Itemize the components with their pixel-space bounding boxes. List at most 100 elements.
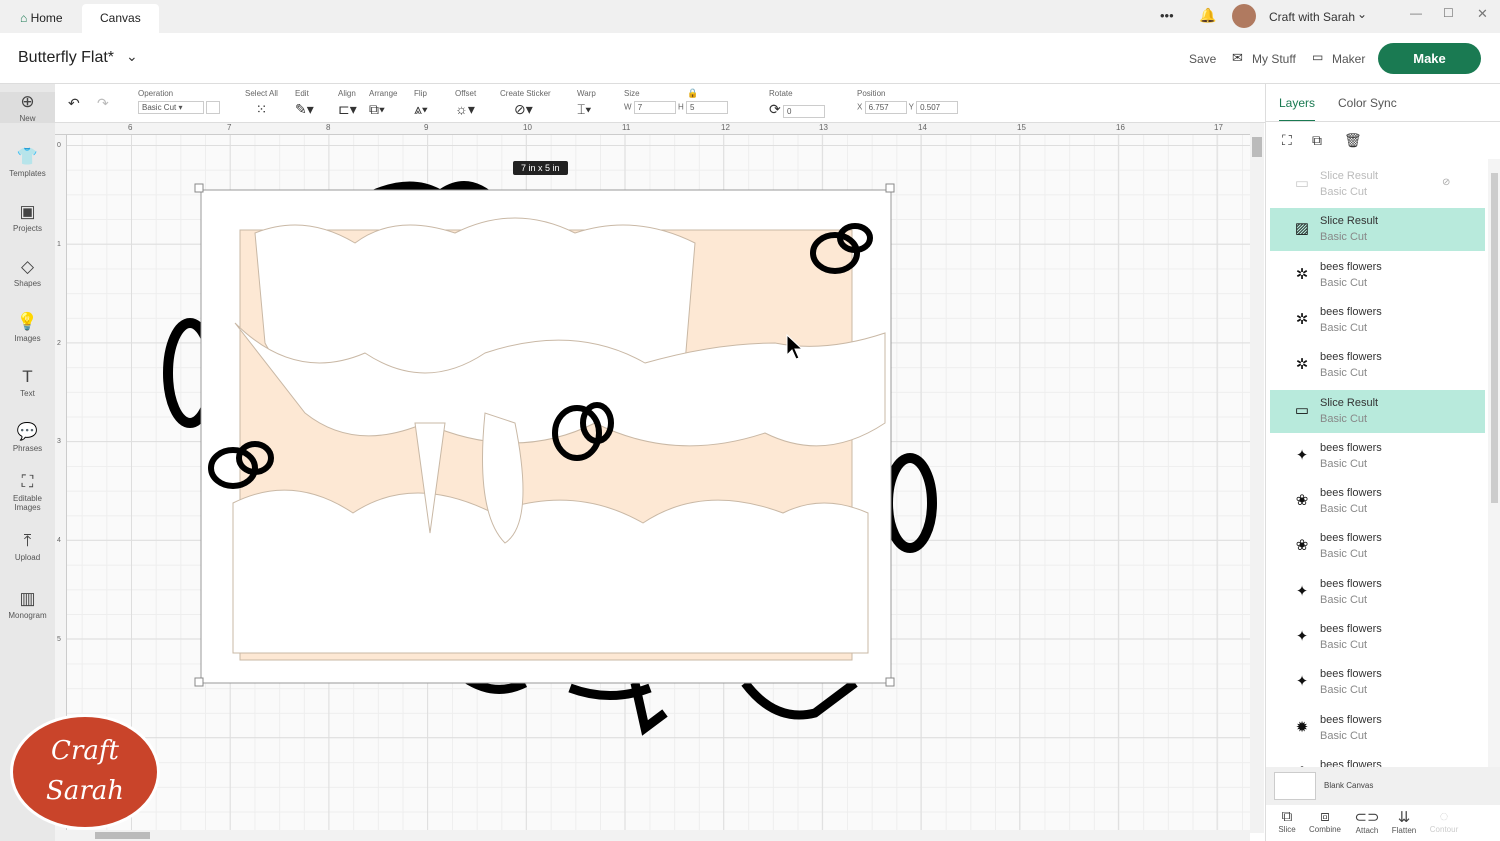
trash-icon[interactable]: 🗑 xyxy=(1344,132,1362,149)
layer-item[interactable]: ✹ bees flowers Basic Cut xyxy=(1270,707,1485,750)
width-input[interactable]: 7 xyxy=(633,101,676,114)
layer-item[interactable]: ❀ bees flowers Basic Cut xyxy=(1270,480,1485,523)
hidden-eye-icon[interactable]: ⊘ xyxy=(1442,177,1450,188)
layers-scrollbar[interactable] xyxy=(1488,159,1500,767)
resize-handle[interactable] xyxy=(885,677,895,687)
sidebar-item-phrases[interactable]: 💬 Phrases xyxy=(0,422,55,453)
bell-icon[interactable]: 🔔 xyxy=(1199,7,1216,24)
sidebar-label: Monogram xyxy=(8,611,47,620)
sidebar-item-monogram[interactable]: ▥ Monogram xyxy=(0,589,55,620)
sidebar-item-projects[interactable]: ▣ Projects xyxy=(0,202,55,233)
layer-item[interactable]: ✲ bees flowers Basic Cut xyxy=(1270,299,1485,342)
color-swatch[interactable] xyxy=(206,101,221,114)
layer-name: Slice Result xyxy=(1320,396,1379,409)
layers-list: ▭ Slice Result Basic Cut ⊘ ▨ Slice Result Basi… xyxy=(1266,159,1488,767)
flatten-button[interactable]: ⇊ Flatten xyxy=(1384,808,1424,835)
layer-name: bees flowers xyxy=(1320,260,1382,273)
sidebar-item-text[interactable]: T Text xyxy=(0,367,55,398)
layer-item[interactable]: ✦ bees flowers Basic Cut xyxy=(1270,661,1485,704)
duplicate-icon[interactable]: ⧉ xyxy=(1312,132,1322,149)
tab-label: Home xyxy=(30,11,63,25)
canvas-vertical-scrollbar[interactable] xyxy=(1250,123,1264,833)
layer-name: bees flowers xyxy=(1320,532,1382,545)
home-icon: ⌂ xyxy=(20,11,31,25)
resize-handle[interactable] xyxy=(194,677,204,687)
layer-thumbnail-icon: ✲ xyxy=(1295,265,1309,283)
project-title[interactable]: Butterfly Flat* xyxy=(18,49,114,67)
save-button[interactable]: Save xyxy=(1189,52,1216,66)
operation-label: Operation xyxy=(138,89,174,98)
redo-button[interactable]: ↷ xyxy=(97,95,109,112)
sidebar-item-shapes[interactable]: ◇ Shapes xyxy=(0,257,55,288)
user-name[interactable]: Craft with Sarah xyxy=(1269,10,1355,24)
more-button[interactable]: ••• xyxy=(1160,8,1174,23)
sidebar-label: Shapes xyxy=(13,279,42,288)
flip-button[interactable]: ⩓▾ xyxy=(414,101,428,117)
make-button[interactable]: Make xyxy=(1378,43,1481,74)
layer-item[interactable]: ✦ bees flowers Basic Cut xyxy=(1270,571,1485,614)
group-icon[interactable]: ⛶ xyxy=(1282,132,1292,149)
rotate-icon[interactable]: ⟳ xyxy=(769,101,781,117)
arrange-button[interactable]: ⧉▾ xyxy=(369,101,385,117)
chevron-down-icon[interactable]: ⌄ xyxy=(1357,7,1367,21)
sidebar-label: Phrases xyxy=(12,444,43,453)
tab-home[interactable]: ⌂ Home xyxy=(2,4,81,33)
tab-canvas[interactable]: Canvas xyxy=(82,4,159,33)
maker-button[interactable]: Maker xyxy=(1332,52,1365,66)
align-label: Align xyxy=(338,89,356,98)
avatar[interactable] xyxy=(1232,4,1256,28)
contour-button[interactable]: ◌ Contour xyxy=(1424,808,1464,834)
close-button[interactable]: ✕ xyxy=(1477,6,1488,22)
warp-label: Warp xyxy=(577,89,596,98)
canvas-horizontal-scrollbar[interactable] xyxy=(55,830,1250,841)
sidebar-item-upload[interactable]: ⤒ Upload xyxy=(0,531,55,562)
layer-item[interactable]: ❀ bees flowers Basic Cut xyxy=(1270,525,1485,568)
x-input[interactable]: 6.757 xyxy=(864,101,907,114)
rotate-input[interactable]: 0 xyxy=(782,105,825,119)
layer-item[interactable]: ✦ bees flowers Basic Cut xyxy=(1270,616,1485,659)
ruler-tick: 9 xyxy=(424,123,429,132)
attach-button[interactable]: ⊂⊃ Attach xyxy=(1347,808,1387,835)
layer-item[interactable]: ▭ Slice Result Basic Cut xyxy=(1270,389,1485,433)
create-sticker-button[interactable]: ⊘▾ xyxy=(514,101,533,117)
tab-color-sync[interactable]: Color Sync xyxy=(1338,96,1397,110)
select-all-button[interactable]: ⁙ xyxy=(256,101,268,117)
layer-item[interactable]: ✲ bees flowers Basic Cut xyxy=(1270,344,1485,387)
ruler-tick: 6 xyxy=(128,123,133,132)
button-label: Contour xyxy=(1429,825,1459,834)
slice-button[interactable]: ⧉ Slice xyxy=(1267,808,1307,834)
align-button[interactable]: ⊏▾ xyxy=(338,101,357,117)
chevron-down-icon[interactable]: ⌄ xyxy=(126,48,138,65)
minimize-button[interactable]: — xyxy=(1410,6,1422,20)
resize-handle[interactable] xyxy=(885,183,895,193)
height-input[interactable]: 5 xyxy=(686,101,729,114)
layer-item[interactable]: ✦ bees flowers Basic Cut xyxy=(1270,435,1485,478)
layer-name: bees flowers xyxy=(1320,713,1382,726)
button-label: Attach xyxy=(1355,826,1379,835)
operation-select[interactable]: Basic Cut ▾ xyxy=(138,101,204,114)
resize-handle[interactable] xyxy=(194,183,204,193)
my-stuff-button[interactable]: My Stuff xyxy=(1252,52,1296,66)
offset-button[interactable]: ☼▾ xyxy=(455,101,475,117)
layer-operation: Basic Cut xyxy=(1320,639,1368,651)
lock-icon[interactable]: 🔒 xyxy=(687,88,698,99)
combine-button[interactable]: ⧈ Combine xyxy=(1305,808,1345,834)
blank-canvas-row[interactable]: Blank Canvas xyxy=(1266,767,1500,805)
tab-layers[interactable]: Layers xyxy=(1279,96,1316,122)
layer-item[interactable]: ▭ Slice Result Basic Cut ⊘ xyxy=(1270,163,1485,206)
maximize-button[interactable]: ☐ xyxy=(1443,6,1454,20)
layer-item[interactable]: ✿bees flowers xyxy=(1270,752,1485,767)
design-canvas[interactable]: 7 in x 5 in xyxy=(55,123,1250,833)
warp-button[interactable]: ⌶▾ xyxy=(577,101,591,117)
sidebar-item-editable-images[interactable]: ⛶ Editable Images xyxy=(0,472,55,512)
layer-item[interactable]: ✲ bees flowers Basic Cut xyxy=(1270,254,1485,297)
y-input[interactable]: 0.507 xyxy=(916,101,959,114)
sidebar-item-templates[interactable]: 👕 Templates xyxy=(0,147,55,178)
layer-name: bees flowers xyxy=(1320,351,1382,364)
undo-button[interactable]: ↶ xyxy=(68,95,80,112)
layer-item[interactable]: ▨ Slice Result Basic Cut xyxy=(1270,208,1485,252)
sidebar-item-new[interactable]: ⊕ New xyxy=(0,92,55,123)
edit-pencil-button[interactable]: ✎▾ xyxy=(295,101,314,117)
sidebar-item-images[interactable]: 💡 Images xyxy=(0,312,55,343)
horizontal-ruler: 6 7 8 9 10 11 12 13 14 15 16 17 xyxy=(55,123,1250,135)
